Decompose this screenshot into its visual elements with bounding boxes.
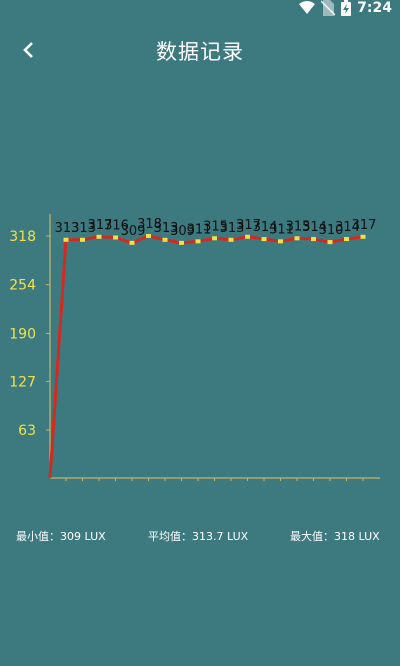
data-point [162,237,168,242]
data-point [129,240,135,245]
data-point [96,234,102,239]
data-point [261,237,267,242]
y-tick-label: 254 [9,278,36,294]
data-point [294,236,300,241]
lux-line-chart: 6312719025431831331331731630931831330931… [9,214,380,481]
series-line [48,234,364,479]
max-value-label: 最大值：318 LUX [290,530,380,543]
status-bar: 7:24 [0,0,400,16]
data-point [228,237,234,242]
stats-row: 最小值：309 LUX 平均值：313.7 LUX 最大值：318 LUX [0,528,400,544]
data-label: 317 [352,218,377,233]
y-tick-label: 190 [9,326,36,342]
data-point [113,235,118,240]
page-title: 数据记录 [156,40,244,64]
avg-value-label: 平均值：313.7 LUX [148,530,249,543]
data-point [146,234,151,238]
y-tick-label: 318 [9,229,36,245]
y-tick-label: 63 [18,423,36,439]
wifi-icon [299,1,316,14]
data-point [245,234,250,239]
data-point [212,236,217,241]
data-point [344,237,349,242]
min-value-label: 最小值：309 LUX [16,530,106,543]
y-tick-label: 127 [9,374,36,390]
battery-charging-icon [341,0,352,16]
no-sim-icon [321,0,336,16]
data-point [360,234,366,239]
data-point [80,237,85,242]
data-point [179,240,184,245]
data-point [327,240,333,245]
app-bar: 数据记录 [0,22,400,78]
status-time: 7:24 [357,0,392,16]
data-point [195,239,201,244]
data-point [63,237,69,242]
data-point [311,237,316,242]
data-point [278,239,283,244]
